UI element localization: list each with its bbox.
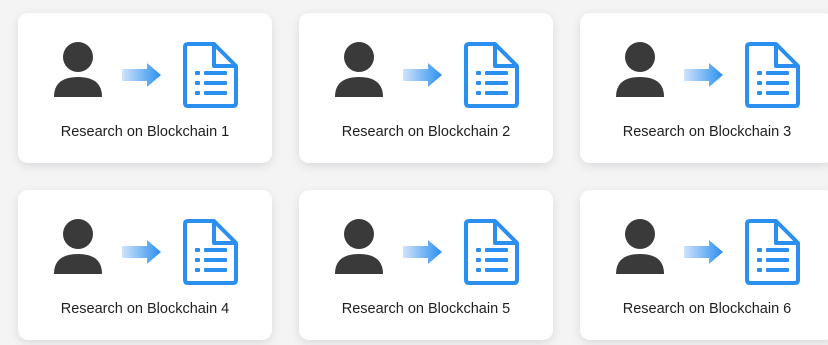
card-illustration xyxy=(299,190,553,290)
person-icon xyxy=(616,219,664,274)
card-illustration xyxy=(299,13,553,113)
card-label: Research on Blockchain 5 xyxy=(341,301,511,317)
research-card-3[interactable]: Research on Blockchain 3 xyxy=(580,13,828,163)
research-card-6[interactable]: Research on Blockchain 6 xyxy=(580,190,828,340)
document-list-icon xyxy=(464,42,519,108)
arrow-right-icon xyxy=(684,63,723,87)
arrow-right-icon xyxy=(403,240,442,264)
research-card-4[interactable]: Research on Blockchain 4 xyxy=(18,190,272,340)
document-list-icon xyxy=(745,219,800,285)
document-list-icon xyxy=(183,42,238,108)
card-label: Research on Blockchain 6 xyxy=(622,301,792,317)
research-card-1[interactable]: Research on Blockchain 1 xyxy=(18,13,272,163)
card-label: Research on Blockchain 3 xyxy=(622,124,792,140)
arrow-right-icon xyxy=(122,240,161,264)
arrow-right-icon xyxy=(122,63,161,87)
person-icon xyxy=(54,42,102,97)
arrow-right-icon xyxy=(403,63,442,87)
research-card-5[interactable]: Research on Blockchain 5 xyxy=(299,190,553,340)
card-illustration xyxy=(580,13,828,113)
document-list-icon xyxy=(745,42,800,108)
card-label: Research on Blockchain 2 xyxy=(341,124,511,140)
person-icon xyxy=(54,219,102,274)
card-illustration xyxy=(18,13,272,113)
card-illustration xyxy=(18,190,272,290)
person-icon xyxy=(335,42,383,97)
person-icon xyxy=(616,42,664,97)
card-illustration xyxy=(580,190,828,290)
arrow-right-icon xyxy=(684,240,723,264)
person-icon xyxy=(335,219,383,274)
document-list-icon xyxy=(464,219,519,285)
card-grid: Research on Blockchain 1 Research on Blo… xyxy=(0,0,828,345)
card-label: Research on Blockchain 4 xyxy=(60,301,230,317)
document-list-icon xyxy=(183,219,238,285)
research-card-2[interactable]: Research on Blockchain 2 xyxy=(299,13,553,163)
card-label: Research on Blockchain 1 xyxy=(60,124,230,140)
